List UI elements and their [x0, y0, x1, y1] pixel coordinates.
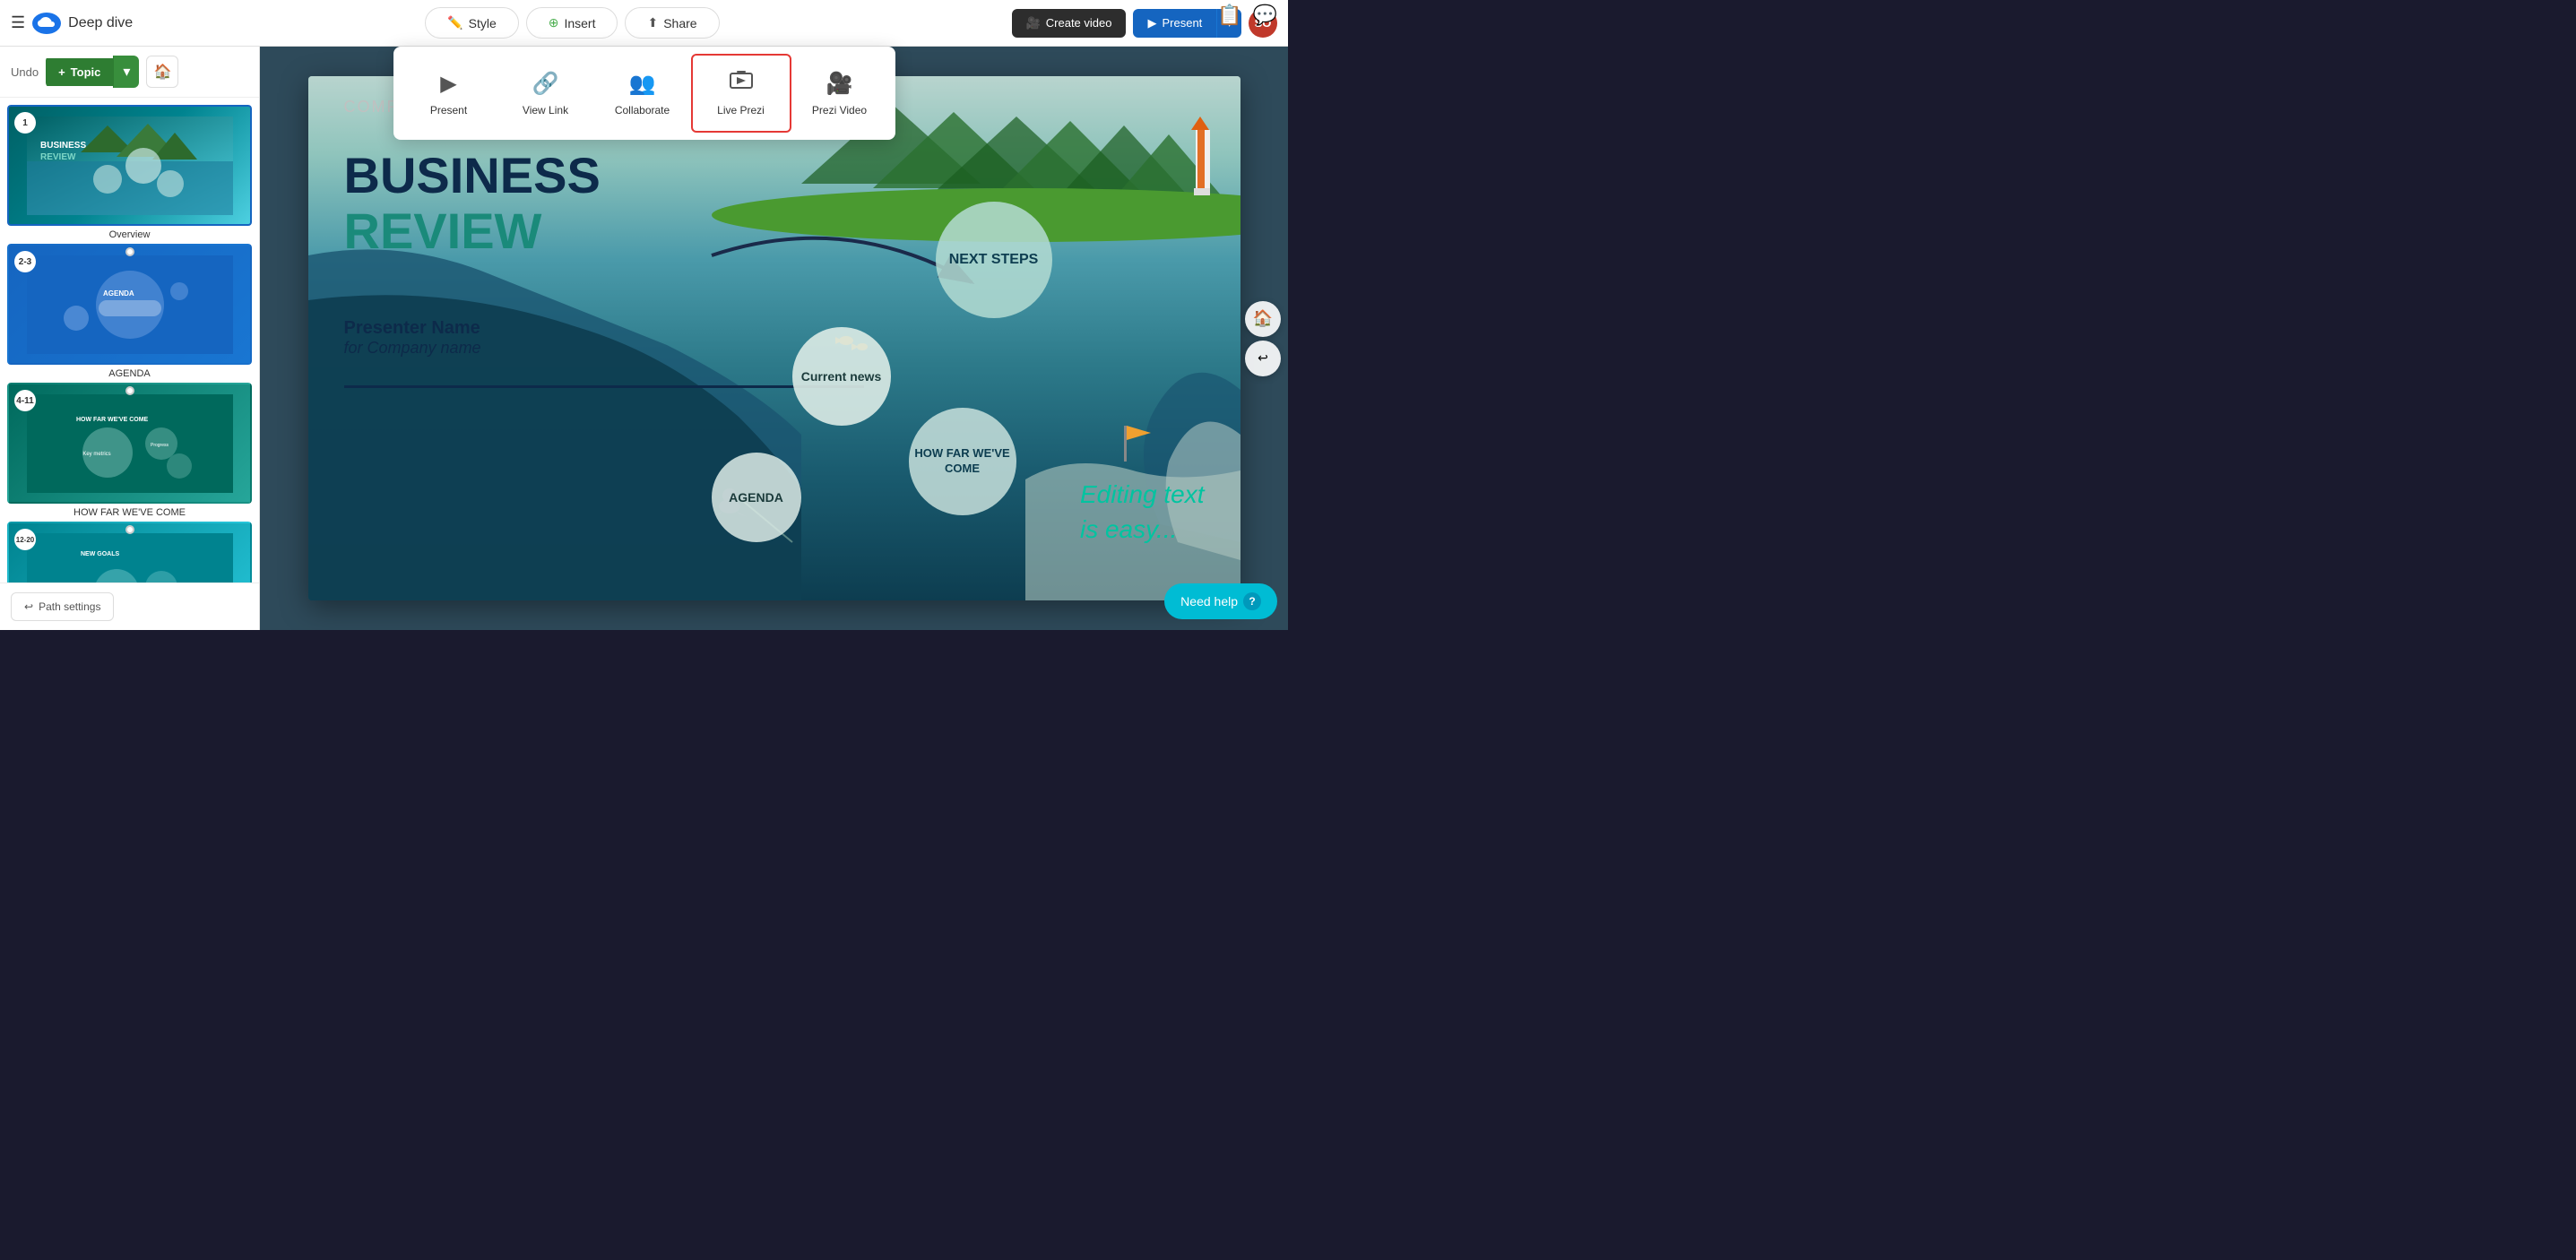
sidebar-toolbar: Undo + Topic ▾ 🏠	[0, 47, 259, 98]
home-button[interactable]: 🏠	[146, 56, 178, 88]
connection-dot-1	[125, 247, 134, 256]
slide-badge-howfar: 4-11	[14, 390, 36, 411]
play-icon: ▶	[1147, 16, 1156, 30]
slide-badge-newgoals: 12-20	[14, 529, 36, 550]
link-icon: 🔗	[532, 71, 559, 97]
undo-button[interactable]: Undo	[11, 65, 39, 79]
slide-thumbnail-howfar: 4-11 HOW FAR WE'VE COME Key metrics Prog…	[7, 383, 252, 504]
video-camera-icon: 🎥	[1026, 16, 1041, 30]
create-video-button[interactable]: 🎥 Create video	[1012, 9, 1127, 38]
share-option-collaborate[interactable]: 👥 Collaborate	[594, 54, 691, 133]
next-steps-circle[interactable]: NEXT STEPS	[936, 202, 1052, 318]
collaborate-icon: 👥	[629, 71, 656, 97]
svg-text:AGENDA: AGENDA	[103, 289, 134, 298]
presenter-company: for Company name	[344, 339, 481, 358]
path-settings-button[interactable]: ↩ Path settings	[11, 592, 114, 621]
style-icon: ✏️	[447, 15, 462, 30]
svg-text:NEW GOALS: NEW GOALS	[81, 551, 119, 557]
review-text: REVIEW	[344, 203, 601, 259]
slide-label-agenda: AGENDA	[7, 365, 252, 383]
live-prezi-icon	[729, 70, 754, 97]
present-button[interactable]: ▶ Present	[1133, 9, 1216, 38]
topic-main[interactable]: + Topic	[46, 58, 113, 86]
share-icon: ⬆	[647, 15, 658, 30]
topbar-left: ☰ Deep dive	[11, 13, 133, 34]
share-option-live-prezi[interactable]: Live Prezi	[691, 54, 791, 133]
slide-thumbnail-overview: 1	[7, 105, 252, 226]
slide-item-overview[interactable]: 1	[7, 105, 252, 244]
sidebar-footer: ↩ Path settings	[0, 583, 259, 630]
present-dropdown-icon: ▶	[440, 71, 456, 97]
need-help-button[interactable]: Need help ?	[1164, 583, 1277, 619]
slide-label-overview: Overview	[7, 226, 252, 244]
thumb-inner-agenda: AGENDA	[9, 246, 250, 363]
home-icon: 🏠	[153, 63, 171, 81]
comment-icon[interactable]: 💬	[1249, 0, 1281, 30]
top-right-icons: 📋 💬	[1214, 0, 1281, 30]
hamburger-icon[interactable]: ☰	[11, 13, 25, 32]
share-dropdown: ▶ Present 🔗 View Link 👥 Collaborate Live…	[393, 47, 895, 140]
topic-dropdown[interactable]: ▾	[113, 56, 139, 88]
share-button[interactable]: ⬆ Share	[625, 7, 719, 39]
agenda-circle[interactable]: AGENDA	[712, 453, 801, 542]
help-icon: ?	[1243, 592, 1261, 610]
presenter-info: Presenter Name for Company name	[344, 318, 481, 358]
slide-canvas[interactable]: COMPANY LOGO BUSINESS REVIEW Presenter N…	[308, 76, 1240, 600]
style-button[interactable]: ✏️ Style	[425, 7, 519, 39]
business-text: BUSINESS	[344, 148, 601, 203]
svg-text:Progress: Progress	[150, 443, 169, 448]
slide-thumbnail-agenda: 2-3 AGENDA	[7, 244, 252, 365]
svg-text:Key metrics: Key metrics	[82, 452, 110, 457]
presenter-name: Presenter Name	[344, 318, 481, 339]
how-far-circle[interactable]: HOW FAR WE'VE COME	[909, 408, 1016, 515]
current-news-circle[interactable]: Current news	[792, 327, 891, 426]
path-settings-icon: ↩	[24, 600, 33, 613]
connection-dot-2	[125, 386, 134, 395]
prezi-video-icon: 🎥	[826, 71, 853, 97]
thumb-inner-overview: BUSINESS REVIEW	[9, 107, 250, 224]
plus-icon: +	[58, 65, 65, 79]
back-nav-button[interactable]: ↩	[1245, 341, 1281, 376]
sidebar: Undo + Topic ▾ 🏠 1	[0, 47, 260, 630]
slides-list: 1	[0, 98, 259, 583]
slide-badge-overview: 1	[14, 112, 36, 134]
svg-text:HOW FAR WE'VE COME: HOW FAR WE'VE COME	[76, 417, 149, 423]
slide-badge-agenda: 2-3	[14, 251, 36, 272]
slide-item-howfar[interactable]: 4-11 HOW FAR WE'VE COME Key metrics Prog…	[7, 383, 252, 522]
insert-button[interactable]: ⊕ Insert	[526, 7, 618, 39]
notes-icon[interactable]: 📋	[1214, 0, 1245, 30]
canvas-right-nav: 🏠 ↩	[1238, 294, 1288, 384]
topbar: ☰ Deep dive ✏️ Style ⊕ Insert ⬆ Share 📋 …	[0, 0, 1288, 47]
topic-button[interactable]: + Topic ▾	[46, 56, 139, 88]
svg-text:BUSINESS: BUSINESS	[40, 141, 86, 151]
insert-icon: ⊕	[549, 15, 559, 30]
svg-text:REVIEW: REVIEW	[40, 152, 76, 162]
app-title: Deep dive	[68, 15, 133, 31]
divider-line	[344, 385, 864, 388]
slide-label-howfar: HOW FAR WE'VE COME	[7, 504, 252, 522]
share-option-prezi-video[interactable]: 🎥 Prezi Video	[791, 54, 888, 133]
topbar-right: 📋 💬 🎥 Create video ▶ Present ▾ SO	[1012, 9, 1277, 38]
home-nav-button[interactable]: 🏠	[1245, 301, 1281, 337]
share-option-present[interactable]: ▶ Present	[401, 54, 497, 133]
topbar-center: ✏️ Style ⊕ Insert ⬆ Share	[142, 7, 1002, 39]
thumb-inner-howfar: HOW FAR WE'VE COME Key metrics Progress	[9, 384, 250, 502]
business-review: BUSINESS REVIEW	[344, 148, 601, 258]
editing-text: Editing text is easy...	[1080, 477, 1205, 547]
share-option-view-link[interactable]: 🔗 View Link	[497, 54, 594, 133]
app-logo	[32, 13, 61, 34]
connection-dot-3	[125, 525, 134, 534]
slide-item-agenda[interactable]: 2-3 AGENDA AGENDA	[7, 244, 252, 383]
